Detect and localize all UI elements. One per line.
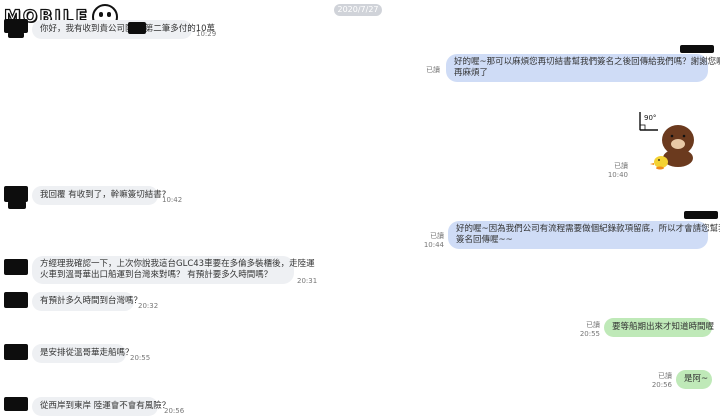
message-line: 再麻煩了 bbox=[454, 68, 489, 78]
read-receipt: 已讀 bbox=[586, 321, 600, 329]
redacted-avatar bbox=[4, 397, 28, 411]
message-bubble-outgoing[interactable]: 是阿~ bbox=[676, 370, 712, 389]
message-bubble-incoming[interactable]: 有預計多久時間到台灣嗎？ bbox=[32, 292, 142, 311]
read-receipt: 已讀 bbox=[614, 162, 628, 170]
redacted-text bbox=[128, 22, 146, 34]
message-time: 10:42 bbox=[162, 196, 183, 204]
redacted-avatar bbox=[4, 19, 28, 33]
message-line: 方經理我確認一下，上次你說我這台GLC43車要在多倫多裝櫃後，走陸運 bbox=[40, 259, 315, 269]
redacted-avatar bbox=[8, 201, 26, 209]
message-bubble-outgoing[interactable]: 好的喔~因為我們公司有流程需要做個紀錄款項留底，所以才會請您幫我們 簽名回傳喔~… bbox=[448, 221, 720, 249]
message-time: 20:32 bbox=[138, 302, 159, 310]
brown-bear-sticker[interactable]: 90° bbox=[636, 108, 700, 172]
message-text: 是安排從溫哥華走船嗎？ bbox=[40, 348, 134, 358]
message-text: 是阿~ bbox=[684, 374, 709, 384]
read-receipt: 已讀 bbox=[426, 66, 440, 74]
redacted-name bbox=[680, 45, 714, 53]
message-bubble-incoming[interactable]: 是安排從溫哥華走船嗎？ bbox=[32, 344, 134, 363]
message-time: 20:56 bbox=[164, 407, 185, 415]
message-time: 20:31 bbox=[297, 277, 318, 285]
redacted-avatar bbox=[8, 32, 24, 38]
redacted-name bbox=[684, 211, 718, 219]
read-receipt: 已讀 bbox=[430, 232, 444, 240]
message-time: 20:55 bbox=[130, 354, 151, 362]
message-line: 簽名回傳喔~~ bbox=[456, 235, 513, 245]
sticker-caption: 90° bbox=[644, 114, 656, 122]
message-bubble-outgoing[interactable]: 好的喔~那可以麻煩您再切結書幫我們簽名之後回傳給我們嗎？謝謝您喔， 再麻煩了 bbox=[446, 54, 720, 82]
read-receipt: 已讀 bbox=[658, 372, 672, 380]
message-bubble-incoming[interactable]: 我回覆 有收到了，幹嘛簽切結書? bbox=[32, 186, 166, 205]
message-bubble-incoming[interactable]: 你好，我有收到貴公司匯款 第二筆多付的10萬 bbox=[32, 20, 215, 39]
message-time: 10:29 bbox=[196, 30, 217, 38]
message-line: 好的喔~那可以麻煩您再切結書幫我們簽名之後回傳給我們嗎？謝謝您喔， bbox=[454, 57, 720, 67]
message-line: 好的喔~因為我們公司有流程需要做個紀錄款項留底，所以才會請您幫我們 bbox=[456, 224, 720, 234]
message-bubble-incoming[interactable]: 方經理我確認一下，上次你說我這台GLC43車要在多倫多裝櫃後，走陸運 火車到溫哥… bbox=[32, 256, 315, 284]
bear-sticker-icon: 90° bbox=[639, 112, 694, 170]
message-text: 要等船期出來才知道時間喔 bbox=[612, 322, 715, 332]
redacted-avatar bbox=[4, 186, 28, 202]
message-time: 10:44 bbox=[423, 241, 444, 249]
redacted-avatar bbox=[4, 292, 28, 308]
redacted-avatar bbox=[4, 344, 28, 360]
message-bubble-outgoing[interactable]: 要等船期出來才知道時間喔 bbox=[604, 318, 715, 337]
redacted-avatar bbox=[4, 259, 28, 275]
message-time: 20:56 bbox=[651, 381, 672, 389]
message-bubble-incoming[interactable]: 從西岸到東岸 陸運會不會有風險？ bbox=[32, 397, 170, 416]
message-line: 火車到溫哥華出口船運到台灣來對嗎？ 有預計要多久時間嗎？ bbox=[40, 270, 273, 280]
message-text: 有預計多久時間到台灣嗎？ bbox=[40, 296, 143, 306]
message-time: 20:55 bbox=[579, 330, 600, 338]
message-time: 10:40 bbox=[607, 171, 628, 179]
message-text: 我回覆 有收到了，幹嘛簽切結書? bbox=[40, 190, 167, 200]
message-text: 從西岸到東岸 陸運會不會有風險？ bbox=[40, 401, 171, 411]
date-separator: 2020/7/27 bbox=[334, 4, 382, 16]
